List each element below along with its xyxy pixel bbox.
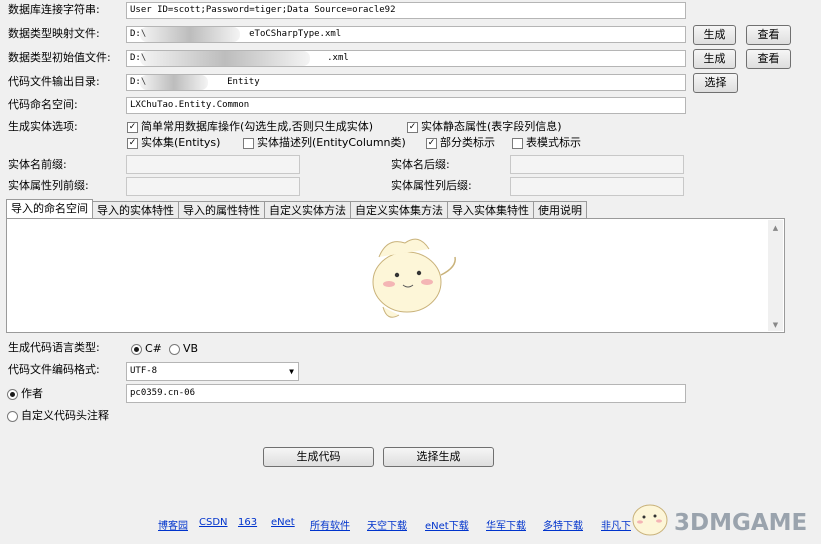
encoding-value: UTF-8	[130, 366, 158, 376]
footer-link[interactable]: 华军下载	[486, 517, 526, 532]
option-partial-class[interactable]: ✓ 部分类标示	[426, 135, 495, 151]
vertical-scrollbar[interactable]: ▲ ▼	[768, 220, 783, 331]
language-vb-radio[interactable]: VB	[169, 341, 198, 357]
option-label: 实体集(Entitys)	[141, 136, 221, 149]
option-schema-mark[interactable]: 表模式标示	[512, 135, 581, 151]
tab-usage-instructions[interactable]: 使用说明	[533, 201, 587, 218]
author-radio[interactable]: 作者	[7, 386, 43, 402]
tab-imported-namespaces[interactable]: 导入的命名空间	[6, 199, 93, 218]
prop-prefix-input[interactable]	[126, 177, 300, 196]
namespace-label: 代码命名空间:	[8, 98, 78, 111]
footer-link[interactable]: 所有软件	[310, 517, 350, 532]
option-label: 实体描述列(EntityColumn类)	[257, 136, 406, 149]
typeinit-value-suffix: .xml	[327, 53, 349, 63]
typemap-value-suffix: eToCSharpType.xml	[249, 29, 342, 39]
encoding-select[interactable]: UTF-8 ▼	[126, 362, 299, 381]
radio-button[interactable]	[7, 388, 18, 400]
generate-code-button[interactable]: 生成代码	[263, 447, 374, 467]
typemap-view-button[interactable]: 查看	[746, 25, 791, 45]
options-label: 生成实体选项:	[8, 120, 78, 133]
outdir-value-suffix: Entity	[227, 77, 260, 87]
radio-button[interactable]	[7, 410, 18, 422]
typeinit-view-button[interactable]: 查看	[746, 49, 791, 69]
entity-suffix-input[interactable]	[510, 155, 684, 174]
tab-custom-entity-methods[interactable]: 自定义实体方法	[264, 201, 351, 218]
footer-link[interactable]: CSDN	[199, 517, 228, 528]
tab-bar: 导入的命名空间 导入的实体特性 导入的属性特性 自定义实体方法 自定义实体集方法…	[6, 199, 587, 219]
typeinit-label: 数据类型初始值文件:	[8, 51, 111, 64]
option-static-props[interactable]: ✓ 实体静态属性(表字段列信息)	[407, 119, 562, 135]
watermark-logo: 3DMGAME	[674, 510, 808, 536]
radio-button[interactable]	[169, 343, 180, 355]
prop-prefix-label: 实体属性列前缀:	[8, 179, 89, 192]
typeinit-generate-button[interactable]: 生成	[693, 49, 736, 69]
outdir-label: 代码文件输出目录:	[8, 75, 100, 88]
footer-link[interactable]: eNet	[271, 517, 295, 528]
author-input[interactable]: pc0359.cn-06	[126, 384, 686, 403]
radio-label: C#	[145, 342, 162, 355]
option-label: 实体静态属性(表字段列信息)	[421, 120, 562, 133]
outdir-select-button[interactable]: 选择	[693, 73, 738, 93]
encoding-label: 代码文件编码格式:	[8, 363, 100, 376]
option-entity-column[interactable]: 实体描述列(EntityColumn类)	[243, 135, 406, 151]
entity-suffix-label: 实体名后缀:	[391, 158, 450, 171]
checkbox[interactable]: ✓	[426, 137, 437, 149]
checkbox[interactable]	[243, 137, 254, 149]
dropdown-arrow-icon[interactable]: ▼	[289, 363, 294, 380]
footer-link[interactable]: 天空下载	[367, 517, 407, 532]
redaction-blur	[140, 27, 240, 42]
conn-label: 数据库连接字符串:	[8, 3, 100, 16]
footer-link[interactable]: 多特下载	[543, 517, 583, 532]
namespace-input[interactable]: LXChuTao.Entity.Common	[126, 97, 686, 114]
footer-link[interactable]: 博客园	[158, 517, 188, 532]
tab-imported-entity-attributes[interactable]: 导入的实体特性	[92, 201, 179, 218]
radio-button[interactable]	[131, 343, 142, 355]
checkbox[interactable]: ✓	[407, 121, 418, 133]
typemap-generate-button[interactable]: 生成	[693, 25, 736, 45]
checkbox[interactable]: ✓	[127, 137, 138, 149]
footer-link[interactable]: eNet下载	[425, 517, 469, 532]
footer-link[interactable]: 163	[238, 517, 257, 528]
scroll-down-icon[interactable]: ▼	[768, 321, 783, 329]
tab-imported-entity-set-attributes[interactable]: 导入实体集特性	[447, 201, 534, 218]
tab-custom-entity-set-methods[interactable]: 自定义实体集方法	[350, 201, 448, 218]
prop-suffix-input[interactable]	[510, 177, 684, 196]
option-label: 简单常用数据库操作(勾选生成,否则只生成实体)	[141, 120, 374, 133]
watermark-mascot-icon	[632, 504, 668, 536]
option-label: 表模式标示	[526, 136, 581, 149]
language-label: 生成代码语言类型:	[8, 341, 100, 354]
entity-prefix-input[interactable]	[126, 155, 300, 174]
redaction-blur	[140, 51, 310, 66]
radio-label: 自定义代码头注释	[21, 409, 109, 422]
option-simple-db-ops[interactable]: ✓ 简单常用数据库操作(勾选生成,否则只生成实体)	[127, 119, 373, 135]
tab-imported-property-attributes[interactable]: 导入的属性特性	[178, 201, 265, 218]
mascot-image	[372, 238, 456, 318]
select-generate-button[interactable]: 选择生成	[383, 447, 494, 467]
option-label: 部分类标示	[440, 136, 495, 149]
namespaces-textarea[interactable]: ▲ ▼	[6, 218, 785, 333]
checkbox[interactable]: ✓	[127, 121, 138, 133]
radio-label: VB	[183, 342, 199, 355]
redaction-blur	[140, 75, 208, 90]
entity-prefix-label: 实体名前缀:	[8, 158, 67, 171]
checkbox[interactable]	[512, 137, 523, 149]
language-csharp-radio[interactable]: C#	[131, 341, 162, 357]
conn-input[interactable]: User ID=scott;Password=tiger;Data Source…	[126, 2, 686, 19]
scroll-up-icon[interactable]: ▲	[768, 224, 783, 232]
prop-suffix-label: 实体属性列后缀:	[391, 179, 472, 192]
custom-header-radio[interactable]: 自定义代码头注释	[7, 408, 109, 424]
outdir-input[interactable]: D:\ Entity	[126, 74, 686, 91]
radio-label: 作者	[21, 387, 43, 400]
typemap-label: 数据类型映射文件:	[8, 27, 100, 40]
option-entity-set[interactable]: ✓ 实体集(Entitys)	[127, 135, 220, 151]
